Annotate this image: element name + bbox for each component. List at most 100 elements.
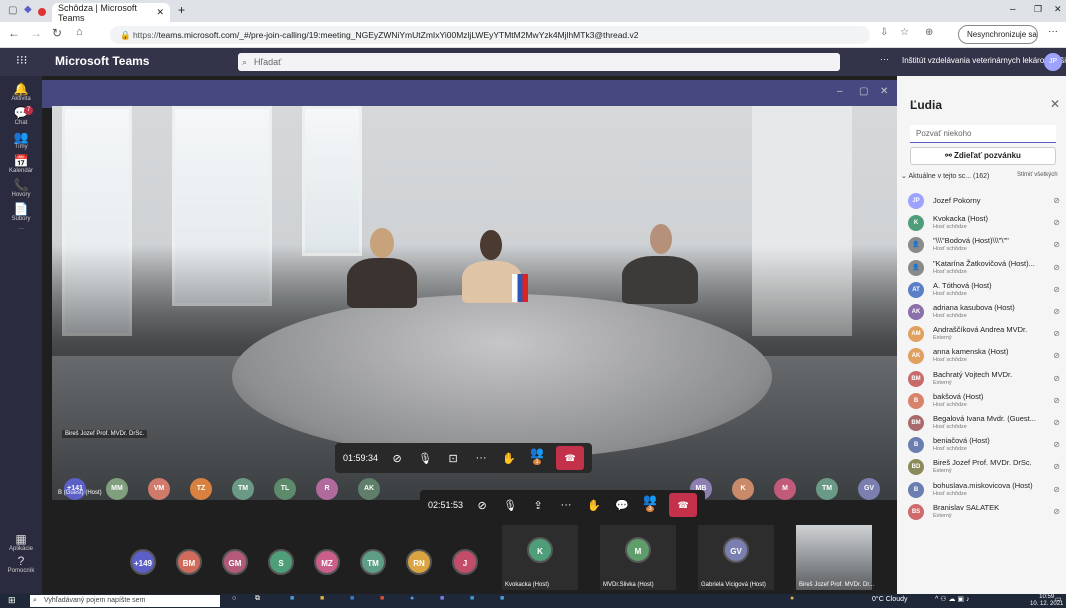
participant-avatar[interactable]: MM: [106, 478, 128, 500]
maximize-icon[interactable]: ❐: [1034, 4, 1042, 15]
mic-off-icon[interactable]: ⊘: [1053, 196, 1060, 205]
share-content-icon[interactable]: ⇪: [529, 499, 547, 512]
calendar-taskbar-icon[interactable]: ■: [500, 595, 504, 602]
participant-avatar[interactable]: TL: [274, 478, 296, 500]
header-more-button[interactable]: ···: [880, 54, 889, 64]
people-row[interactable]: AK adriana kasubova (Host) Hosť schôdze ⊘: [900, 302, 1066, 324]
mic-off-icon[interactable]: ⊘: [1053, 485, 1060, 494]
settings-more-icon[interactable]: ···: [1048, 26, 1058, 37]
new-tab-button[interactable]: +: [178, 3, 185, 17]
popout-icon[interactable]: ▢: [859, 86, 868, 97]
close-tab-icon[interactable]: ✕: [156, 7, 164, 18]
video-tile[interactable]: K Kvokacka (Host): [502, 525, 578, 590]
explorer-icon[interactable]: ■: [320, 595, 324, 602]
edge-icon[interactable]: ●: [410, 595, 414, 602]
people-row[interactable]: JP Jozef Pokorny ⊘: [900, 191, 1066, 213]
participant-avatar[interactable]: AK: [358, 478, 380, 500]
close-meeting-icon[interactable]: ✕: [880, 86, 888, 97]
share-invite-button[interactable]: ⚯ Zdieľať pozvánku: [910, 147, 1056, 165]
participant-avatar[interactable]: GM: [222, 549, 248, 575]
people-row[interactable]: Bbakšová (Host) Hosť schôdze ⊘: [900, 391, 1066, 413]
sync-status-button[interactable]: Nesynchronizuje sa: [958, 25, 1038, 44]
mic-off-icon[interactable]: ⊘: [1053, 462, 1060, 471]
close-window-icon[interactable]: ✕: [1054, 4, 1062, 15]
camera-off-icon[interactable]: ⊘: [473, 499, 491, 512]
powerpoint-icon[interactable]: ■: [380, 595, 384, 602]
leave-call-button[interactable]: ☎: [669, 493, 698, 517]
word-icon[interactable]: ■: [290, 595, 294, 602]
browser-tab[interactable]: Schôdza | Microsoft Teams ✕: [52, 3, 170, 23]
organization-name[interactable]: Inštitút vzdelávania veterinárnych lekár…: [902, 56, 1066, 65]
rail-item-6[interactable]: ···: [0, 226, 42, 232]
participants-icon[interactable]: 👥3: [641, 493, 659, 518]
home-icon[interactable]: ⌂: [76, 26, 83, 38]
taskbar-search[interactable]: ⌕ Vyhľadávaný pojem napíšte sem: [30, 595, 220, 607]
participant-avatar[interactable]: K: [732, 478, 754, 500]
participant-avatar[interactable]: MZ: [314, 549, 340, 575]
outlook-icon[interactable]: ■: [350, 595, 354, 602]
participant-avatar[interactable]: GV: [858, 478, 880, 500]
close-panel-icon[interactable]: ✕: [1050, 97, 1060, 111]
rail-bottom-item-1[interactable]: ? Pomocník: [0, 554, 42, 574]
minimize-meeting-icon[interactable]: –: [837, 86, 843, 97]
windows-start-icon[interactable]: ⊞: [8, 595, 16, 606]
participants-icon[interactable]: 👥1: [528, 446, 546, 471]
video-tile[interactable]: M MVDr.Slivka (Host): [600, 525, 676, 590]
invite-input[interactable]: Pozvať niekoho: [910, 125, 1056, 143]
url-field[interactable]: 🔒 https://teams.microsoft.com/_#/pre-joi…: [110, 26, 870, 44]
rail-bottom-item-0[interactable]: ▦ Aplikácie: [0, 532, 42, 552]
rail-item-2[interactable]: 👥 Tímy: [0, 130, 42, 150]
app-launcher-icon[interactable]: ⁝⁝⁝: [16, 53, 27, 67]
participant-avatar[interactable]: J: [452, 549, 478, 575]
share-screen-icon[interactable]: ⊡: [444, 452, 462, 465]
reader-icon[interactable]: ⇩: [880, 27, 888, 38]
store-icon[interactable]: ■: [470, 595, 474, 602]
people-row[interactable]: BM Begalová Ivana Mvdr. (Guest... Hosť sch…: [900, 413, 1066, 435]
participant-avatar[interactable]: R: [316, 478, 338, 500]
people-row[interactable]: 👤 "Katarína Žatkovičová (Host)... Hosť sch…: [900, 258, 1066, 280]
participant-avatar[interactable]: +149: [130, 549, 156, 575]
mic-off-icon[interactable]: ⊘: [1053, 218, 1060, 227]
search-input[interactable]: ⌕ Hľadať: [238, 53, 840, 71]
camera-off-icon[interactable]: ⊘: [388, 452, 406, 465]
cortana-icon[interactable]: ○: [232, 595, 236, 602]
mic-off-icon[interactable]: ⊘: [1053, 240, 1060, 249]
minimize-icon[interactable]: –: [1010, 4, 1016, 15]
forward-icon[interactable]: →: [30, 26, 42, 40]
mic-off-icon[interactable]: ⊘: [1053, 507, 1060, 516]
tray-icons[interactable]: ^ ⚇ ☁ ▣ ♪: [935, 595, 969, 603]
raise-hand-icon[interactable]: ✋: [500, 452, 518, 465]
teams-taskbar-icon[interactable]: ■: [440, 595, 444, 602]
participant-avatar[interactable]: BM: [176, 549, 202, 575]
raise-hand-icon[interactable]: ✋: [585, 499, 603, 512]
chat-icon[interactable]: 💬: [613, 499, 631, 512]
participant-avatar[interactable]: TM: [360, 549, 386, 575]
people-row[interactable]: BD Bireš Jozef Prof. MVDr. DrSc. Externý ⊘: [900, 457, 1066, 479]
people-row[interactable]: Bbohuslava.miskovicova (Host) Hosť schôdz…: [900, 480, 1066, 502]
reload-icon[interactable]: ↻: [52, 26, 62, 40]
extension-icon[interactable]: ◆: [24, 4, 32, 15]
video-tile[interactable]: GV Gabriela Vicigová (Host): [698, 525, 774, 590]
rail-item-5[interactable]: 📄 Súbory: [0, 202, 42, 222]
mic-off-icon[interactable]: ⊘: [1053, 440, 1060, 449]
user-avatar[interactable]: JP: [1044, 53, 1062, 71]
mic-off-icon[interactable]: 🎙: [501, 499, 519, 512]
notifications-icon[interactable]: ▭: [1055, 595, 1062, 603]
hang-up-button[interactable]: ☎: [556, 446, 585, 470]
people-row[interactable]: 👤 "\\\"Bodová (Host)\\\"\"" Hosť schôdze ⊘: [900, 235, 1066, 257]
tray-app-icon[interactable]: ●: [790, 595, 794, 602]
participant-avatar[interactable]: RN: [406, 549, 432, 575]
video-tile[interactable]: Bireš Jozef Prof. MVDr. Dr...: [796, 525, 874, 590]
mic-off-icon[interactable]: ⊘: [1053, 263, 1060, 272]
mic-off-icon[interactable]: ⊘: [1053, 374, 1060, 383]
participant-avatar[interactable]: TM: [232, 478, 254, 500]
people-row[interactable]: K Kvokacka (Host) Hosť schôdze ⊘: [900, 213, 1066, 235]
window-menu-icon[interactable]: ▢: [8, 5, 17, 16]
back-icon[interactable]: ←: [8, 26, 20, 40]
mute-all-button[interactable]: Stlmiť všetkých: [1017, 172, 1058, 178]
participant-avatar[interactable]: M: [774, 478, 796, 500]
participant-avatar[interactable]: TZ: [190, 478, 212, 500]
rail-item-0[interactable]: 🔔 Aktivita: [0, 82, 42, 102]
people-row[interactable]: AT A. Tóthová (Host) Hosť schôdze ⊘: [900, 280, 1066, 302]
people-row[interactable]: BS Branislav SALATEK Externý ⊘: [900, 502, 1066, 524]
